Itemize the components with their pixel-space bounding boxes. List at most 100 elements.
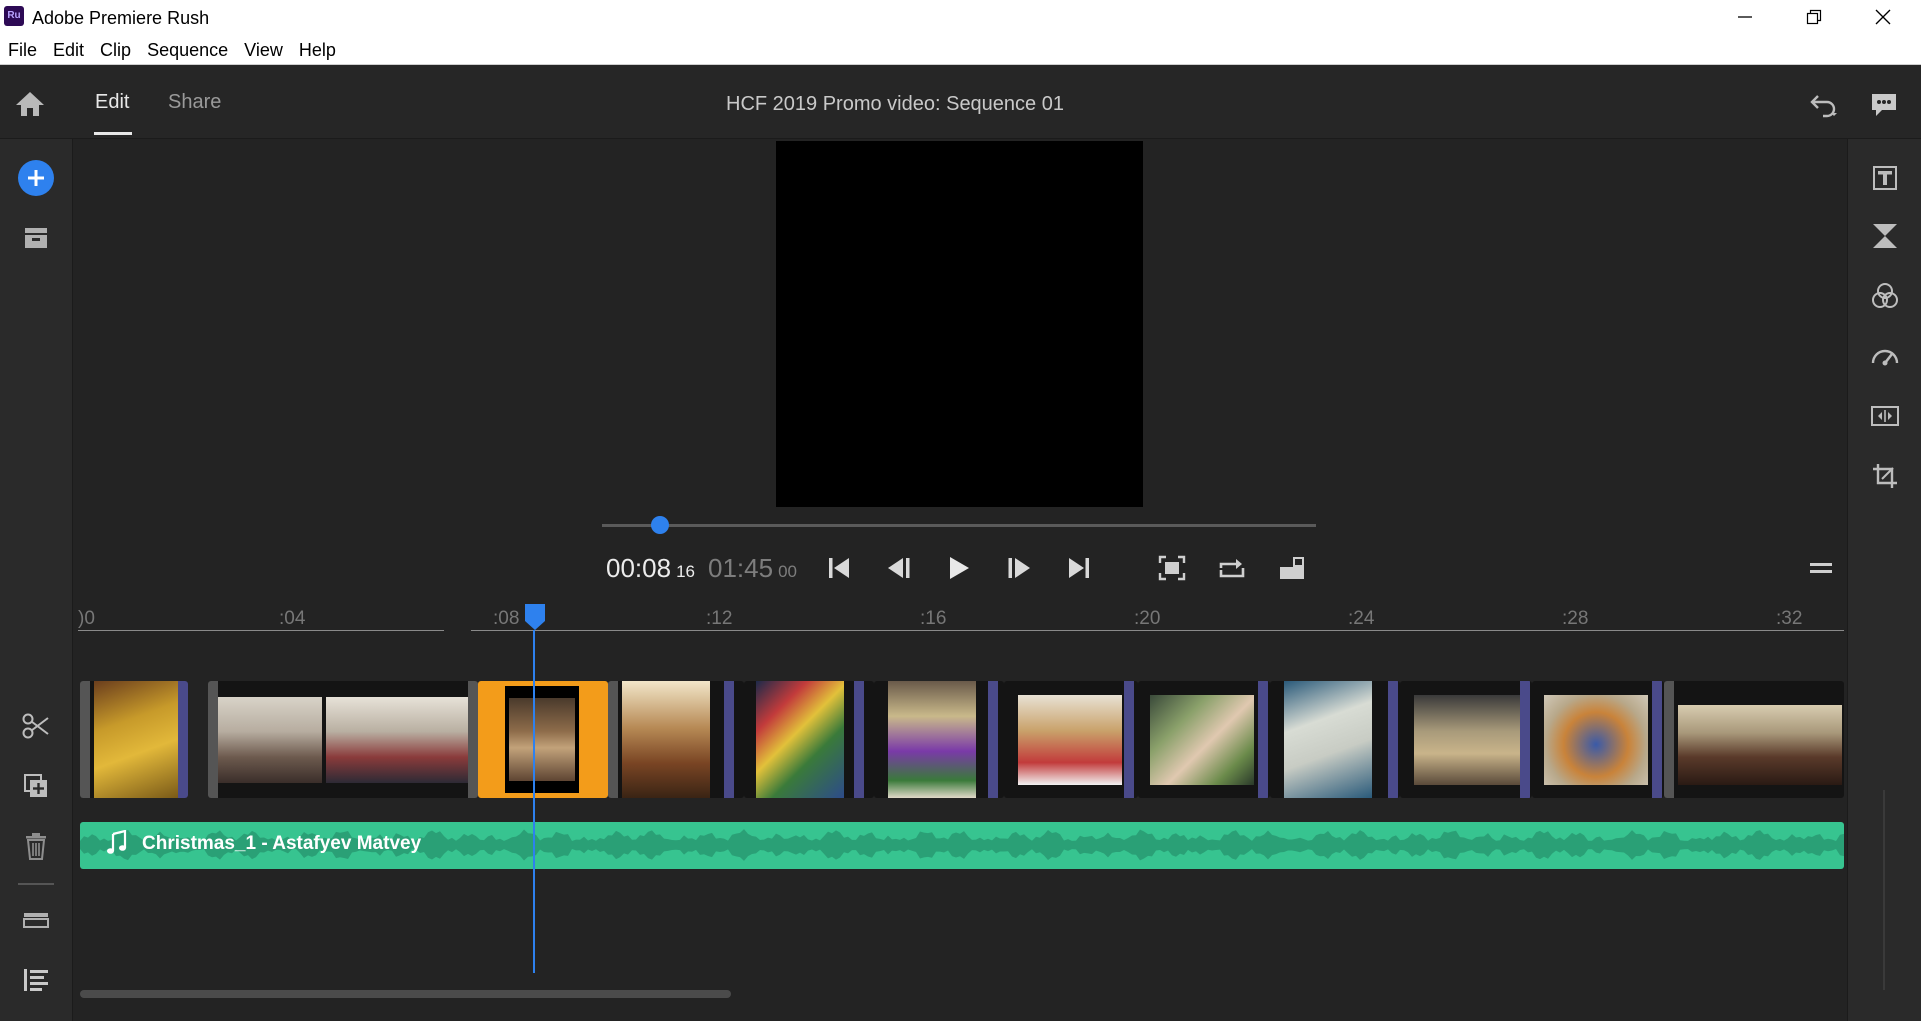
current-frames: 16	[676, 562, 695, 581]
track-options-button[interactable]	[18, 902, 54, 938]
menu-help[interactable]: Help	[299, 40, 336, 61]
restore-icon	[1806, 9, 1821, 25]
restore-button[interactable]	[1779, 0, 1848, 34]
window-title: Adobe Premiere Rush	[32, 8, 210, 28]
ruler-tick-label: :16	[920, 608, 947, 629]
delete-button[interactable]	[18, 828, 54, 864]
timeline-horizontal-scrollbar[interactable]	[80, 990, 731, 998]
duplicate-button[interactable]	[18, 768, 54, 804]
clip-thumbnail	[756, 681, 844, 798]
audio-clip[interactable]: Christmas_1 - Astafyev Matvey	[80, 822, 1844, 869]
ruler-tick-label: :20	[1134, 608, 1161, 629]
go-to-end-button[interactable]	[1061, 552, 1097, 584]
step-back-icon	[888, 558, 910, 578]
program-monitor[interactable]	[776, 141, 1143, 507]
delete-icon	[26, 833, 46, 860]
app-header: Edit Share HCF 2019 Promo video: Sequenc…	[0, 65, 1921, 139]
clip-thumbnail	[1414, 695, 1520, 785]
loop-button[interactable]	[1214, 552, 1250, 584]
add-media-button[interactable]	[18, 160, 54, 196]
clip-handle[interactable]	[208, 681, 218, 798]
speed-button[interactable]	[1867, 338, 1903, 374]
audio-button[interactable]	[1867, 398, 1903, 434]
track-list-button[interactable]	[18, 962, 54, 998]
close-icon	[1875, 9, 1890, 25]
scrub-bar[interactable]	[602, 524, 1316, 527]
feedback-button[interactable]	[1866, 87, 1902, 123]
video-clip[interactable]	[608, 681, 744, 798]
video-clip[interactable]	[1138, 681, 1270, 798]
clip-separator	[1652, 681, 1662, 798]
go-to-start-button[interactable]	[821, 552, 857, 584]
clip-thumbnail	[326, 697, 468, 783]
project-assets-button[interactable]	[18, 220, 54, 256]
clip-separator	[1520, 681, 1530, 798]
ruler-tick-label: :04	[279, 608, 306, 629]
close-button[interactable]	[1848, 0, 1917, 34]
active-tab-indicator	[94, 132, 132, 135]
video-clip[interactable]	[1664, 681, 1844, 798]
split-button[interactable]	[18, 708, 54, 744]
ruler-line	[78, 630, 444, 631]
ruler-line	[471, 630, 1844, 631]
timeline-menu-button[interactable]	[1803, 552, 1839, 584]
ruler-tick-label: :08	[493, 608, 520, 629]
clip-handle[interactable]	[1664, 681, 1674, 798]
clip-thumbnail	[1150, 695, 1254, 785]
track-list-icon	[24, 969, 48, 991]
transform-button[interactable]	[1867, 458, 1903, 494]
video-clip[interactable]	[208, 681, 478, 798]
selected-video-clip[interactable]	[478, 681, 608, 798]
rail-divider	[18, 883, 54, 885]
menu-file[interactable]: File	[8, 40, 37, 61]
add-media-icon	[28, 170, 44, 186]
menu-edit[interactable]: Edit	[53, 40, 84, 61]
step-forward-button[interactable]	[1001, 552, 1037, 584]
menu-view[interactable]: View	[244, 40, 283, 61]
ruler-tick-label: :28	[1562, 608, 1589, 629]
ruler-tick-label: :32	[1776, 608, 1803, 629]
feedback-icon	[1872, 94, 1896, 116]
scrub-handle[interactable]	[650, 516, 669, 534]
video-clip[interactable]	[874, 681, 1004, 798]
project-assets-icon	[25, 228, 47, 248]
fit-icon	[1158, 555, 1186, 581]
aspect-ratio-button[interactable]	[1274, 552, 1310, 584]
title-bar: Ru Adobe Premiere Rush	[0, 0, 1921, 36]
clip-thumbnail	[1544, 695, 1648, 785]
clip-thumbnail	[1284, 681, 1372, 798]
video-clip[interactable]	[1270, 681, 1400, 798]
transitions-button[interactable]	[1867, 218, 1903, 254]
menu-sequence[interactable]: Sequence	[147, 40, 228, 61]
fit-button[interactable]	[1154, 552, 1190, 584]
undo-button[interactable]	[1806, 87, 1842, 123]
play-button[interactable]	[941, 552, 977, 584]
color-button[interactable]	[1867, 278, 1903, 314]
duplicate-icon	[24, 774, 47, 797]
video-clip[interactable]	[744, 681, 874, 798]
menu-icon	[1810, 563, 1832, 573]
step-back-button[interactable]	[881, 552, 917, 584]
clip-handle[interactable]	[608, 681, 618, 798]
clip-handle[interactable]	[80, 681, 90, 798]
minimize-icon	[1737, 16, 1752, 18]
titles-button[interactable]	[1867, 160, 1903, 196]
clip-separator	[1258, 681, 1268, 798]
video-clip[interactable]	[1004, 681, 1138, 798]
clip-thumbnail	[888, 681, 976, 798]
video-clip[interactable]	[1400, 681, 1532, 798]
video-clip[interactable]	[80, 681, 188, 798]
go-to-start-icon	[829, 558, 849, 578]
playhead-handle[interactable]	[524, 603, 546, 631]
clip-thumbnail	[94, 681, 178, 798]
clip-separator	[1388, 681, 1398, 798]
minimize-button[interactable]	[1710, 0, 1779, 34]
audio-icon	[1871, 406, 1899, 426]
left-toolbar	[0, 139, 73, 1021]
clip-separator	[178, 681, 188, 798]
timeline-vertical-scrollbar[interactable]	[1883, 790, 1885, 990]
clip-handle[interactable]	[468, 681, 478, 798]
step-forward-icon	[1008, 558, 1030, 578]
video-clip[interactable]	[1532, 681, 1664, 798]
menu-clip[interactable]: Clip	[100, 40, 131, 61]
